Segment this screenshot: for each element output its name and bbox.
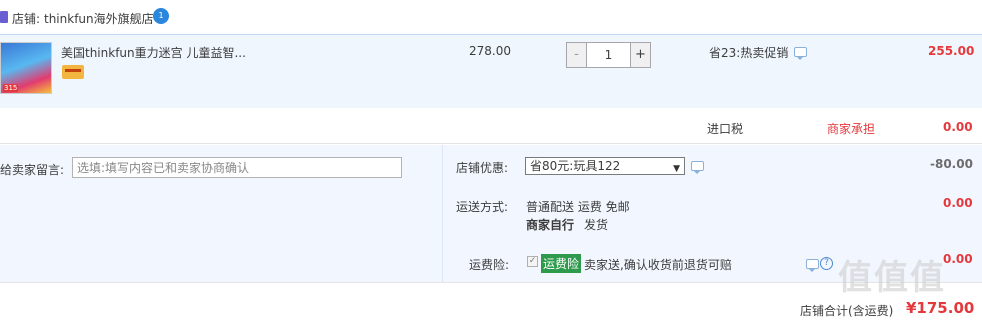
shipping-method-text: 普通配送 运费 免邮 [526,200,630,214]
seller-message-label: 给卖家留言: [0,163,65,177]
product-title-link[interactable]: 美国thinkfun重力迷宫 儿童益智... [61,44,246,61]
freight-insurance-label: 运费险: [469,258,510,272]
wangwang-icon[interactable]: 1 [153,8,169,24]
shop-icon [0,11,8,23]
quantity-decrease-button[interactable]: - [566,42,587,68]
thumbnail-tag: 315 [3,84,19,92]
store-name-link[interactable]: thinkfun海外旗舰店 [44,10,154,27]
import-tax-value: 0.00 [943,120,973,134]
coupon-comment-icon[interactable] [691,161,704,174]
credit-card-icon [62,65,84,79]
unit-price: 278.00 [469,44,511,58]
store-label: 店铺: [12,12,41,26]
promotion-text: 省23:热卖促销 [709,46,789,60]
store-coupon-label: 店铺优惠: [456,161,509,175]
shipping-method-label: 运送方式: [456,200,509,214]
freight-insurance-checkbox[interactable]: ✓ [527,256,538,267]
help-icon[interactable]: ? [820,257,833,270]
product-thumbnail[interactable]: 315 [0,42,52,94]
quantity-input[interactable] [587,42,630,68]
tax-bearer-text: 商家承担 [827,122,876,136]
options-divider [442,145,443,282]
promotion-comment-icon[interactable] [794,47,807,60]
coupon-selected-value: 省80元:玩具122 [530,159,621,173]
store-total-label: 店铺合计(含运费) [800,304,894,318]
watermark: 值值值 [838,258,946,298]
item-subtotal: 255.00 [928,44,975,58]
store-coupon-select[interactable]: 省80元:玩具122 ▼ [525,157,685,175]
freight-insurance-tag: 运费险 [541,254,582,273]
coupon-discount-value: -80.00 [930,157,973,171]
import-tax-label: 进口税 [707,122,744,136]
dropdown-arrow-icon: ▼ [673,164,680,174]
freight-insurance-value: 0.00 [943,252,973,266]
shipping-dispatch-text: 发货 [584,218,609,232]
shipping-fee-value: 0.00 [943,196,973,210]
shipping-self-label: 商家自行 [526,218,575,232]
store-total-value: ¥175.00 [906,299,975,317]
quantity-increase-button[interactable]: + [630,42,651,68]
insurance-comment-icon[interactable] [806,259,819,272]
seller-message-input[interactable] [72,157,402,178]
freight-insurance-desc: 卖家送,确认收货前退货可赔 [584,258,732,272]
